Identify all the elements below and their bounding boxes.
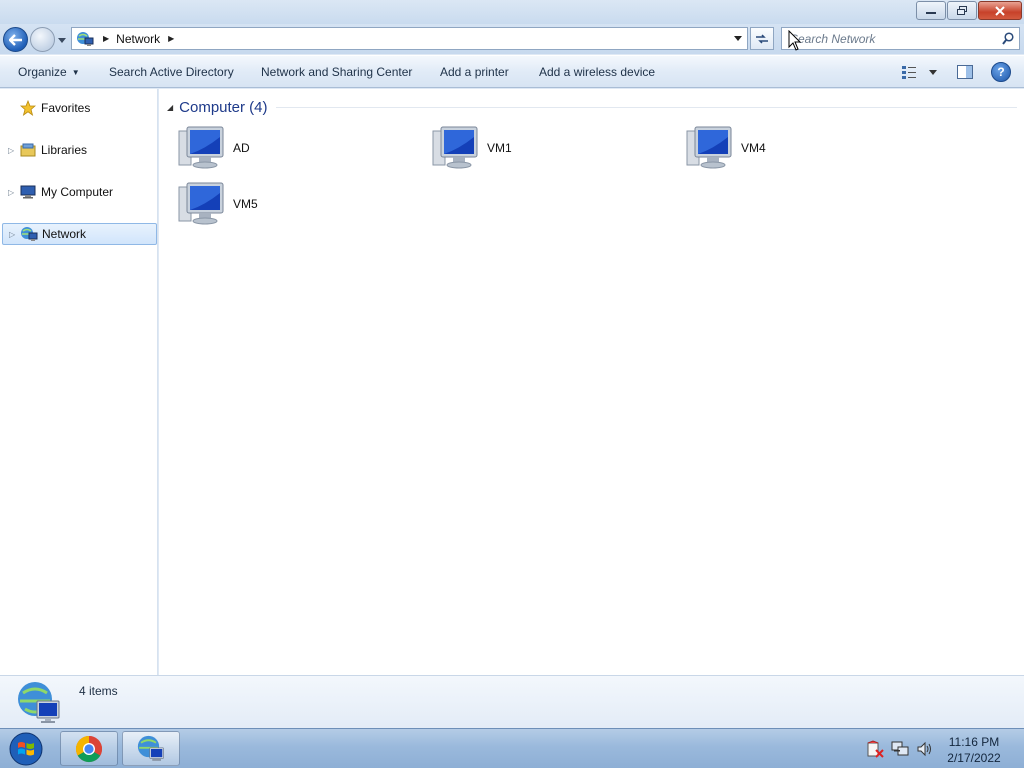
breadcrumb-separator-icon[interactable]: ▶ — [168, 34, 174, 43]
chevron-down-icon: ▼ — [71, 68, 80, 77]
help-icon: ? — [997, 65, 1005, 79]
organize-label: Organize — [18, 65, 67, 79]
group-header-computer[interactable]: ◢ Computer (4) — [167, 97, 1017, 117]
change-view-button[interactable] — [901, 63, 939, 81]
title-bar — [0, 0, 1024, 24]
view-tiles-icon — [902, 66, 916, 79]
network-icon — [20, 225, 38, 243]
computer-item[interactable]: AD — [177, 124, 417, 172]
system-tray — [866, 740, 934, 758]
taskbar-chrome[interactable] — [60, 731, 118, 766]
nav-item-favorites[interactable]: Favorites — [0, 97, 158, 119]
taskbar: 11:16 PM 2/17/2022 — [0, 728, 1024, 768]
back-button[interactable] — [3, 27, 28, 52]
preview-pane-icon — [957, 65, 973, 79]
nav-item-label: Favorites — [41, 101, 91, 115]
network-icon — [75, 30, 95, 48]
back-arrow-icon — [8, 33, 22, 46]
search-icon[interactable] — [1002, 32, 1014, 45]
group-divider — [275, 106, 1017, 108]
computer-item[interactable]: VM4 — [685, 124, 925, 172]
computer-icon — [178, 126, 224, 169]
item-count: 4 items — [79, 684, 118, 698]
computer-item[interactable]: VM1 — [431, 124, 671, 172]
network-icon — [137, 735, 164, 761]
start-button[interactable] — [6, 732, 46, 766]
restore-icon — [957, 5, 967, 15]
address-bar[interactable]: ▶ Network ▶ — [71, 27, 748, 50]
volume-icon[interactable] — [916, 740, 934, 758]
expand-arrow-icon[interactable]: ▷ — [8, 146, 18, 155]
action-center-icon[interactable] — [866, 740, 884, 758]
nav-item-label: Libraries — [41, 143, 88, 157]
nav-item-network[interactable]: ▷ Network — [2, 223, 157, 245]
recent-pages-dropdown[interactable] — [57, 34, 67, 46]
nav-item-label: Network — [42, 227, 87, 241]
computer-name: AD — [233, 141, 250, 155]
chevron-down-icon — [734, 36, 742, 41]
search-input[interactable] — [790, 31, 995, 46]
search-active-directory-button[interactable]: Search Active Directory — [109, 65, 234, 79]
preview-pane-button[interactable] — [955, 63, 975, 81]
navigation-pane: Favorites ▷ Libraries ▷ My Computer ▷ Ne… — [0, 89, 158, 675]
collapse-group-icon[interactable]: ◢ — [167, 103, 173, 112]
help-button[interactable]: ? — [991, 62, 1011, 82]
computer-name: VM1 — [487, 141, 512, 155]
add-wireless-device-button[interactable]: Add a wireless device — [539, 65, 655, 79]
expand-arrow-icon[interactable]: ▷ — [8, 188, 18, 197]
windows-logo-icon — [9, 732, 43, 766]
restore-button[interactable] — [947, 1, 977, 20]
details-pane: 4 items — [0, 675, 1024, 728]
forward-button[interactable] — [30, 27, 55, 52]
computer-icon — [432, 126, 478, 169]
chevron-down-icon — [58, 37, 66, 43]
computer-name: VM4 — [741, 141, 766, 155]
file-list-view: ◢ Computer (4) AD VM1 VM4 VM5 — [159, 89, 1024, 675]
network-status-icon[interactable] — [891, 740, 909, 758]
organize-menu[interactable]: Organize ▼ — [18, 65, 80, 79]
refresh-button[interactable] — [750, 27, 774, 50]
computer-name: VM5 — [233, 197, 258, 211]
close-button[interactable] — [978, 1, 1022, 20]
caption-buttons — [915, 1, 1022, 20]
clock-time: 11:16 PM — [948, 735, 1000, 749]
command-bar: Organize ▼ Search Active Directory Networ… — [0, 55, 1024, 88]
breadcrumb-separator-icon[interactable]: ▶ — [103, 34, 109, 43]
minimize-icon — [926, 11, 936, 14]
nav-item-libraries[interactable]: ▷ Libraries — [0, 139, 158, 161]
group-title: Computer (4) — [179, 98, 268, 116]
refresh-icon — [756, 33, 768, 44]
computer-icon — [178, 182, 224, 225]
close-icon — [995, 5, 1005, 16]
address-row: ▶ Network ▶ — [0, 24, 1024, 54]
chevron-down-icon — [929, 69, 937, 75]
breadcrumb-network[interactable]: Network — [116, 32, 160, 46]
add-printer-button[interactable]: Add a printer — [440, 65, 509, 79]
chrome-icon — [75, 735, 103, 762]
clock-date: 2/17/2022 — [947, 751, 1001, 765]
star-icon — [19, 99, 37, 117]
computer-icon — [686, 126, 732, 169]
network-icon — [18, 682, 60, 723]
address-dropdown-button[interactable] — [729, 28, 747, 49]
computer-icon — [19, 183, 37, 201]
network-sharing-center-button[interactable]: Network and Sharing Center — [261, 65, 412, 79]
nav-item-my-computer[interactable]: ▷ My Computer — [0, 181, 158, 203]
mouse-cursor-icon — [788, 30, 802, 51]
computer-item[interactable]: VM5 — [177, 180, 417, 228]
taskbar-explorer-network[interactable] — [122, 731, 180, 766]
search-box — [781, 27, 1020, 50]
libraries-icon — [19, 141, 37, 159]
minimize-button[interactable] — [916, 1, 946, 20]
clock[interactable]: 11:16 PM 2/17/2022 — [940, 734, 1008, 766]
nav-item-label: My Computer — [41, 185, 114, 199]
expand-arrow-icon[interactable]: ▷ — [9, 230, 19, 239]
